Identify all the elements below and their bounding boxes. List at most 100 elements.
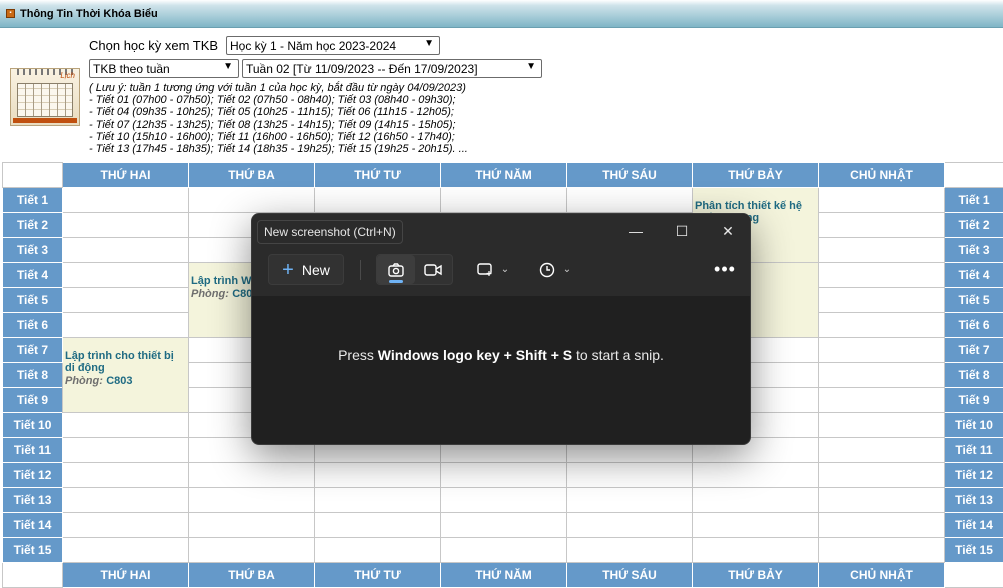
schedule-icon: ▪ bbox=[6, 9, 15, 18]
chevron-down-icon: ▼ bbox=[424, 38, 434, 49]
more-options-icon[interactable]: ••• bbox=[708, 254, 742, 285]
empty-slot bbox=[567, 188, 693, 213]
period-label: Tiết 4 bbox=[945, 263, 1003, 288]
note-line: - Tiết 04 (09h35 - 10h25); Tiết 05 (10h2… bbox=[89, 106, 468, 118]
day-header: THỨ HAI bbox=[63, 163, 189, 188]
new-screenshot-tooltip: New screenshot (Ctrl+N) bbox=[257, 220, 403, 244]
period-label: Tiết 5 bbox=[3, 288, 63, 313]
period-label: Tiết 9 bbox=[3, 388, 63, 413]
empty-slot bbox=[819, 263, 945, 288]
empty-slot bbox=[693, 488, 819, 513]
empty-slot bbox=[441, 463, 567, 488]
empty-slot bbox=[567, 463, 693, 488]
minimize-icon[interactable]: — bbox=[626, 221, 646, 241]
week-select[interactable]: Tuần 02 [Từ 11/09/2023 -- Đến 17/09/2023… bbox=[242, 59, 542, 78]
chevron-down-icon: ⌄ bbox=[563, 264, 571, 275]
empty-slot bbox=[693, 463, 819, 488]
period-label: Tiết 11 bbox=[3, 438, 63, 463]
corner-cell bbox=[3, 163, 63, 188]
empty-slot bbox=[189, 188, 315, 213]
snipping-toolbar: New screenshot (Ctrl+N) — ☐ ✕ + New ⌄ ⌄ … bbox=[252, 214, 750, 296]
period-label: Tiết 7 bbox=[945, 338, 1003, 363]
corner-cell bbox=[945, 163, 1003, 188]
empty-slot bbox=[63, 313, 189, 338]
semester-select-value: Học kỳ 1 - Năm học 2023-2024 bbox=[230, 39, 396, 53]
semester-select[interactable]: Học kỳ 1 - Năm học 2023-2024 ▼ bbox=[226, 36, 440, 55]
note-line: - Tiết 01 (07h00 - 07h50); Tiết 02 (07h5… bbox=[89, 94, 468, 106]
empty-slot bbox=[189, 513, 315, 538]
new-snip-button[interactable]: + New bbox=[268, 254, 344, 285]
empty-slot bbox=[819, 313, 945, 338]
snip-instruction: Press Windows logo key + Shift + S to st… bbox=[252, 347, 750, 363]
period-label: Tiết 1 bbox=[945, 188, 1003, 213]
period-label: Tiết 10 bbox=[945, 413, 1003, 438]
new-snip-label: New bbox=[302, 262, 330, 278]
empty-slot bbox=[315, 513, 441, 538]
day-header: THỨ BẢY bbox=[693, 163, 819, 188]
day-header: THỨ BA bbox=[189, 563, 315, 588]
camera-icon[interactable] bbox=[377, 255, 415, 284]
empty-slot bbox=[63, 263, 189, 288]
empty-slot bbox=[189, 538, 315, 563]
period-label: Tiết 1 bbox=[3, 188, 63, 213]
period-label: Tiết 2 bbox=[3, 213, 63, 238]
plus-icon: + bbox=[282, 260, 294, 280]
empty-slot bbox=[315, 188, 441, 213]
day-header: THỨ TƯ bbox=[315, 163, 441, 188]
room-value: C803 bbox=[106, 375, 132, 387]
period-label: Tiết 15 bbox=[3, 538, 63, 563]
period-label: Tiết 15 bbox=[945, 538, 1003, 563]
period-label: Tiết 3 bbox=[3, 238, 63, 263]
page-titlebar: ▪ Thông Tin Thời Khóa Biểu bbox=[0, 0, 1003, 28]
chevron-down-icon: ▼ bbox=[526, 61, 536, 72]
period-label: Tiết 12 bbox=[945, 463, 1003, 488]
empty-slot bbox=[819, 363, 945, 388]
day-header: THỨ SÁU bbox=[567, 163, 693, 188]
delay-button[interactable]: ⌄ bbox=[532, 254, 578, 285]
corner-cell bbox=[945, 563, 1003, 588]
calendar-tab-label: Lịch bbox=[60, 71, 75, 80]
empty-slot bbox=[441, 188, 567, 213]
empty-slot bbox=[315, 488, 441, 513]
toolbar-divider bbox=[360, 260, 361, 280]
calendar-image: Lịch bbox=[10, 68, 80, 126]
empty-slot bbox=[693, 538, 819, 563]
subject-cell[interactable]: Lập trình cho thiết bị di độngPhòng: C80… bbox=[63, 338, 189, 413]
corner-cell bbox=[3, 563, 63, 588]
period-label: Tiết 7 bbox=[3, 338, 63, 363]
snip-shape-button[interactable]: ⌄ bbox=[470, 254, 516, 285]
empty-slot bbox=[819, 438, 945, 463]
semester-label: Chọn học kỳ xem TKB bbox=[89, 38, 218, 53]
view-mode-select[interactable]: TKB theo tuần ▼ bbox=[89, 59, 239, 78]
day-header: THỨ BẢY bbox=[693, 563, 819, 588]
period-label: Tiết 5 bbox=[945, 288, 1003, 313]
empty-slot bbox=[441, 538, 567, 563]
empty-slot bbox=[567, 488, 693, 513]
day-header: THỨ SÁU bbox=[567, 563, 693, 588]
period-label: Tiết 8 bbox=[945, 363, 1003, 388]
period-label: Tiết 14 bbox=[3, 513, 63, 538]
day-header: THỨ NĂM bbox=[441, 163, 567, 188]
day-header: THỨ HAI bbox=[63, 563, 189, 588]
empty-slot bbox=[441, 488, 567, 513]
period-label: Tiết 2 bbox=[945, 213, 1003, 238]
empty-slot bbox=[63, 463, 189, 488]
shortcut-keys: Windows logo key + Shift + S bbox=[378, 347, 572, 363]
maximize-icon[interactable]: ☐ bbox=[672, 221, 692, 241]
empty-slot bbox=[567, 538, 693, 563]
period-label: Tiết 13 bbox=[3, 488, 63, 513]
empty-slot bbox=[819, 213, 945, 238]
room-label: Phòng: bbox=[65, 375, 103, 387]
note-line: ( Lưu ý: tuần 1 tương ứng với tuần 1 của… bbox=[89, 82, 468, 94]
empty-slot bbox=[819, 388, 945, 413]
video-icon[interactable] bbox=[415, 255, 453, 284]
day-header: THỨ BA bbox=[189, 163, 315, 188]
snipping-tool-window: New screenshot (Ctrl+N) — ☐ ✕ + New ⌄ ⌄ … bbox=[251, 213, 751, 445]
empty-slot bbox=[819, 538, 945, 563]
empty-slot bbox=[819, 488, 945, 513]
empty-slot bbox=[693, 513, 819, 538]
period-label: Tiết 3 bbox=[945, 238, 1003, 263]
empty-slot bbox=[819, 288, 945, 313]
empty-slot bbox=[63, 538, 189, 563]
close-icon[interactable]: ✕ bbox=[718, 221, 738, 241]
